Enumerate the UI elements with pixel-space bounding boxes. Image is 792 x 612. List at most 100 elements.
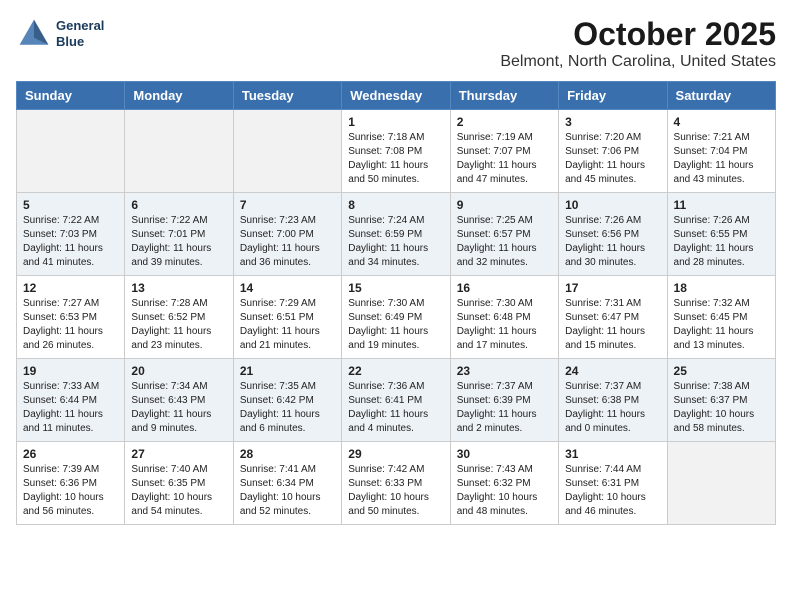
- day-number: 17: [565, 281, 660, 295]
- calendar-day-cell: 20Sunrise: 7:34 AM Sunset: 6:43 PM Dayli…: [125, 359, 233, 442]
- day-number: 5: [23, 198, 118, 212]
- logo-icon: [16, 16, 52, 52]
- day-number: 19: [23, 364, 118, 378]
- day-info: Sunrise: 7:37 AM Sunset: 6:38 PM Dayligh…: [565, 380, 660, 436]
- calendar-day-cell: 13Sunrise: 7:28 AM Sunset: 6:52 PM Dayli…: [125, 276, 233, 359]
- logo: General Blue: [16, 16, 104, 52]
- day-number: 26: [23, 447, 118, 461]
- day-info: Sunrise: 7:28 AM Sunset: 6:52 PM Dayligh…: [131, 297, 226, 353]
- day-info: Sunrise: 7:18 AM Sunset: 7:08 PM Dayligh…: [348, 131, 443, 187]
- calendar-day-cell: 8 Sunrise: 7:24 AM Sunset: 6:59 PM Daylig…: [342, 193, 450, 276]
- day-info: Sunrise: 7:32 AM Sunset: 6:45 PM Dayligh…: [674, 297, 769, 353]
- calendar-day-cell: 19 Sunrise: 7:33 AM Sunset: 6:44 PM Dayli…: [17, 359, 125, 442]
- day-info: Sunrise: 7:44 AM Sunset: 6:31 PM Dayligh…: [565, 463, 660, 519]
- weekday-header: Saturday: [667, 82, 775, 110]
- day-info: Sunrise: 7:43 AM Sunset: 6:32 PM Dayligh…: [457, 463, 552, 519]
- calendar-week-row: 5 Sunrise: 7:22 AM Sunset: 7:03 PM Daylig…: [17, 193, 776, 276]
- day-info: Sunrise: 7:38 AM Sunset: 6:37 PM Dayligh…: [674, 380, 769, 436]
- calendar-day-cell: 9 Sunrise: 7:25 AM Sunset: 6:57 PM Daylig…: [450, 193, 558, 276]
- day-info: Sunrise: 7:42 AM Sunset: 6:33 PM Dayligh…: [348, 463, 443, 519]
- day-info: Sunrise: 7:40 AM Sunset: 6:35 PM Dayligh…: [131, 463, 226, 519]
- day-number: 23: [457, 364, 552, 378]
- calendar-empty-cell: [233, 110, 341, 193]
- day-number: 20: [131, 364, 226, 378]
- day-info: Sunrise: 7:21 AM Sunset: 7:04 PM Dayligh…: [674, 131, 769, 187]
- day-number: 12: [23, 281, 118, 295]
- weekday-header: Friday: [559, 82, 667, 110]
- day-number: 18: [674, 281, 769, 295]
- day-info: Sunrise: 7:24 AM Sunset: 6:59 PM Dayligh…: [348, 214, 443, 270]
- day-info: Sunrise: 7:26 AM Sunset: 6:56 PM Dayligh…: [565, 214, 660, 270]
- day-info: Sunrise: 7:26 AM Sunset: 6:55 PM Dayligh…: [674, 214, 769, 270]
- day-number: 4: [674, 115, 769, 129]
- calendar-day-cell: 11 Sunrise: 7:26 AM Sunset: 6:55 PM Dayli…: [667, 193, 775, 276]
- calendar-week-row: 1 Sunrise: 7:18 AM Sunset: 7:08 PM Daylig…: [17, 110, 776, 193]
- calendar-day-cell: 14 Sunrise: 7:29 AM Sunset: 6:51 PM Dayli…: [233, 276, 341, 359]
- calendar-day-cell: 29 Sunrise: 7:42 AM Sunset: 6:33 PM Dayli…: [342, 442, 450, 525]
- day-info: Sunrise: 7:27 AM Sunset: 6:53 PM Dayligh…: [23, 297, 118, 353]
- calendar-day-cell: 4 Sunrise: 7:21 AM Sunset: 7:04 PM Daylig…: [667, 110, 775, 193]
- calendar-week-row: 12 Sunrise: 7:27 AM Sunset: 6:53 PM Dayli…: [17, 276, 776, 359]
- day-number: 21: [240, 364, 335, 378]
- day-number: 30: [457, 447, 552, 461]
- day-info: Sunrise: 7:22 AM Sunset: 7:01 PM Dayligh…: [131, 214, 226, 270]
- day-info: Sunrise: 7:19 AM Sunset: 7:07 PM Dayligh…: [457, 131, 552, 187]
- day-info: Sunrise: 7:30 AM Sunset: 6:48 PM Dayligh…: [457, 297, 552, 353]
- day-number: 10: [565, 198, 660, 212]
- calendar-day-cell: 21 Sunrise: 7:35 AM Sunset: 6:42 PM Dayli…: [233, 359, 341, 442]
- page-subtitle: Belmont, North Carolina, United States: [500, 53, 776, 71]
- day-number: 2: [457, 115, 552, 129]
- calendar-empty-cell: [125, 110, 233, 193]
- day-number: 6: [131, 198, 226, 212]
- day-info: Sunrise: 7:29 AM Sunset: 6:51 PM Dayligh…: [240, 297, 335, 353]
- day-number: 1: [348, 115, 443, 129]
- day-number: 7: [240, 198, 335, 212]
- calendar-day-cell: 3Sunrise: 7:20 AM Sunset: 7:06 PM Daylig…: [559, 110, 667, 193]
- calendar-day-cell: 27Sunrise: 7:40 AM Sunset: 6:35 PM Dayli…: [125, 442, 233, 525]
- day-number: 29: [348, 447, 443, 461]
- calendar-empty-cell: [17, 110, 125, 193]
- calendar-day-cell: 15Sunrise: 7:30 AM Sunset: 6:49 PM Dayli…: [342, 276, 450, 359]
- calendar-day-cell: 1 Sunrise: 7:18 AM Sunset: 7:08 PM Daylig…: [342, 110, 450, 193]
- calendar-day-cell: 6 Sunrise: 7:22 AM Sunset: 7:01 PM Daylig…: [125, 193, 233, 276]
- day-info: Sunrise: 7:20 AM Sunset: 7:06 PM Dayligh…: [565, 131, 660, 187]
- calendar-day-cell: 2 Sunrise: 7:19 AM Sunset: 7:07 PM Daylig…: [450, 110, 558, 193]
- day-info: Sunrise: 7:41 AM Sunset: 6:34 PM Dayligh…: [240, 463, 335, 519]
- day-info: Sunrise: 7:35 AM Sunset: 6:42 PM Dayligh…: [240, 380, 335, 436]
- day-number: 11: [674, 198, 769, 212]
- day-number: 24: [565, 364, 660, 378]
- day-info: Sunrise: 7:36 AM Sunset: 6:41 PM Dayligh…: [348, 380, 443, 436]
- calendar-week-row: 19 Sunrise: 7:33 AM Sunset: 6:44 PM Dayli…: [17, 359, 776, 442]
- header: General Blue October 2025 Belmont, North…: [16, 16, 776, 71]
- title-area: October 2025 Belmont, North Carolina, Un…: [500, 16, 776, 71]
- calendar-day-cell: 23Sunrise: 7:37 AM Sunset: 6:39 PM Dayli…: [450, 359, 558, 442]
- calendar-table: SundayMondayTuesdayWednesdayThursdayFrid…: [16, 81, 776, 525]
- calendar-day-cell: 30 Sunrise: 7:43 AM Sunset: 6:32 PM Dayli…: [450, 442, 558, 525]
- day-info: Sunrise: 7:31 AM Sunset: 6:47 PM Dayligh…: [565, 297, 660, 353]
- page-title: October 2025: [500, 16, 776, 53]
- weekday-header: Tuesday: [233, 82, 341, 110]
- calendar-day-cell: 31 Sunrise: 7:44 AM Sunset: 6:31 PM Dayli…: [559, 442, 667, 525]
- calendar-day-cell: 18 Sunrise: 7:32 AM Sunset: 6:45 PM Dayli…: [667, 276, 775, 359]
- calendar-day-cell: 10 Sunrise: 7:26 AM Sunset: 6:56 PM Dayli…: [559, 193, 667, 276]
- day-number: 28: [240, 447, 335, 461]
- calendar-day-cell: 22Sunrise: 7:36 AM Sunset: 6:41 PM Dayli…: [342, 359, 450, 442]
- calendar-week-row: 26Sunrise: 7:39 AM Sunset: 6:36 PM Dayli…: [17, 442, 776, 525]
- day-info: Sunrise: 7:33 AM Sunset: 6:44 PM Dayligh…: [23, 380, 118, 436]
- calendar-day-cell: 26Sunrise: 7:39 AM Sunset: 6:36 PM Dayli…: [17, 442, 125, 525]
- weekday-header-row: SundayMondayTuesdayWednesdayThursdayFrid…: [17, 82, 776, 110]
- day-number: 25: [674, 364, 769, 378]
- weekday-header: Sunday: [17, 82, 125, 110]
- day-info: Sunrise: 7:22 AM Sunset: 7:03 PM Dayligh…: [23, 214, 118, 270]
- day-number: 31: [565, 447, 660, 461]
- day-number: 9: [457, 198, 552, 212]
- day-info: Sunrise: 7:25 AM Sunset: 6:57 PM Dayligh…: [457, 214, 552, 270]
- calendar-day-cell: 16Sunrise: 7:30 AM Sunset: 6:48 PM Dayli…: [450, 276, 558, 359]
- weekday-header: Thursday: [450, 82, 558, 110]
- day-number: 14: [240, 281, 335, 295]
- day-number: 8: [348, 198, 443, 212]
- calendar-day-cell: 25 Sunrise: 7:38 AM Sunset: 6:37 PM Dayli…: [667, 359, 775, 442]
- day-info: Sunrise: 7:30 AM Sunset: 6:49 PM Dayligh…: [348, 297, 443, 353]
- calendar-day-cell: 7Sunrise: 7:23 AM Sunset: 7:00 PM Daylig…: [233, 193, 341, 276]
- weekday-header: Monday: [125, 82, 233, 110]
